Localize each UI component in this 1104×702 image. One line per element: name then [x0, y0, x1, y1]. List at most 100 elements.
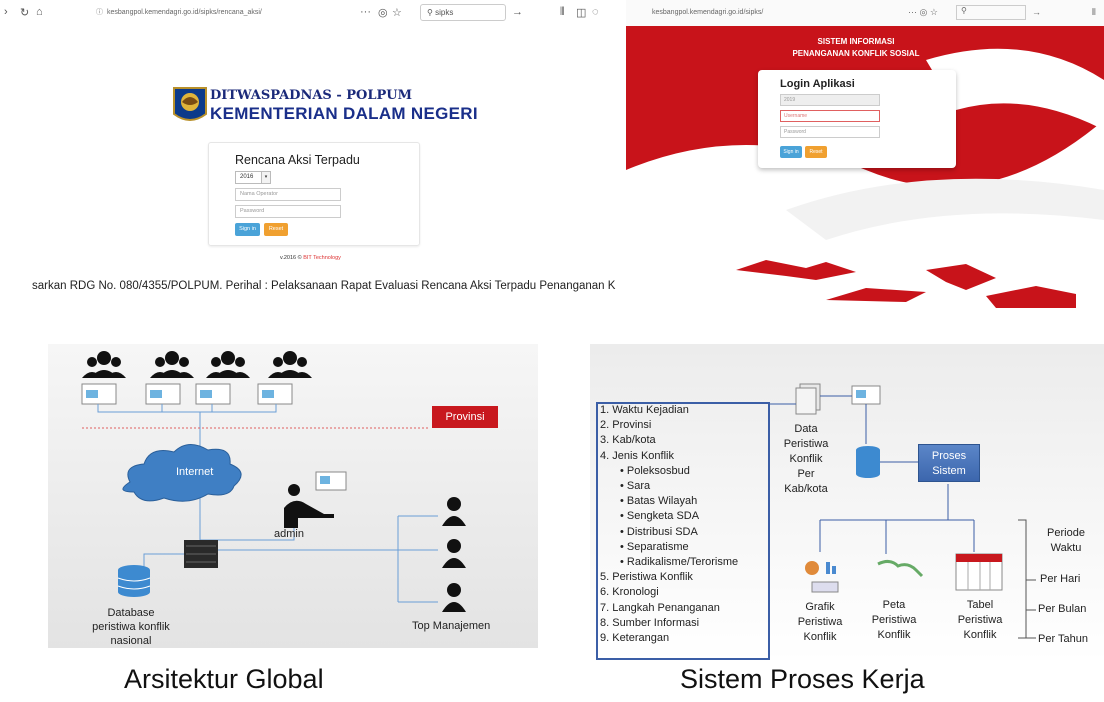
home-icon[interactable]: ⌂: [36, 6, 43, 18]
document-icon: [795, 383, 821, 415]
tabel-line3: Konflik: [963, 629, 997, 641]
peta-line1: Peta: [882, 599, 906, 611]
more-icon[interactable]: ··· ◎ ☆: [908, 7, 938, 18]
address-bar[interactable]: ⓘ kesbangpol.kemendagri.go.id/sipks/renca…: [96, 5, 344, 21]
library-icon[interactable]: ⫴: [1092, 7, 1096, 18]
list-item: 2. Provinsi: [600, 419, 652, 432]
grafik-line3: Konflik: [803, 631, 837, 643]
library-icon[interactable]: ⫴: [560, 6, 565, 19]
database-label-line3: nasional: [110, 635, 152, 647]
list-item: 6. Kronologi: [600, 586, 659, 599]
footer-brand-link[interactable]: BIT Technology: [303, 255, 341, 261]
periode-line2: Waktu: [1050, 542, 1082, 554]
list-item: • Batas Wilayah: [620, 495, 698, 508]
search-input[interactable]: ⚲: [956, 5, 1026, 20]
chevron-down-icon: ▾: [261, 172, 270, 183]
global-architecture-diagram: Provinsi Internet admin Database peristi…: [48, 344, 538, 648]
list-item: 8. Sumber Informasi: [600, 616, 700, 629]
garuda-emblem-logo: [173, 87, 207, 121]
list-item: 4. Jenis Konflik: [600, 449, 674, 462]
card-title: Rencana Aksi Terpadu: [235, 153, 360, 167]
password-input[interactable]: Password: [235, 205, 341, 218]
proses-line2: Sistem: [932, 465, 966, 477]
periode-line1: Periode: [1047, 527, 1085, 539]
list-item: • Sara: [620, 480, 651, 492]
grafik-label: Grafik Peristiwa Konflik: [790, 600, 850, 645]
more-icon[interactable]: ···: [360, 6, 371, 18]
proses-line1: Proses: [931, 450, 967, 462]
year-field[interactable]: 2019: [780, 94, 880, 106]
proses-sistem-box: Proses Sistem: [918, 444, 980, 482]
search-value: sipks: [435, 8, 454, 17]
username-input[interactable]: Username: [780, 110, 880, 122]
signin-button[interactable]: Sign in: [235, 223, 260, 236]
data-label-line5: Kab/kota: [784, 483, 828, 495]
card-title: Login Aplikasi: [780, 78, 855, 90]
list-item: 9. Keterangan: [600, 632, 670, 644]
system-header: SISTEM INFORMASI PENANGANAN KONFLIK SOSI…: [626, 36, 1086, 60]
database-label-line1: Database: [107, 607, 155, 619]
data-label-line2: Peristiwa: [783, 438, 829, 450]
top-management-label: Top Manajemen: [412, 620, 491, 632]
grafik-line1: Grafik: [805, 601, 835, 613]
list-item: • Poleksosbud: [620, 464, 690, 477]
login-card: Login Aplikasi 2019 Username Password Si…: [758, 70, 956, 168]
user-group-icon: [82, 351, 126, 378]
data-label-line1: Data: [794, 423, 818, 435]
reset-button[interactable]: Reset: [264, 223, 288, 236]
footer-prefix: v.2016 ©: [280, 255, 302, 261]
database-label-line2: peristiwa konflik: [92, 621, 170, 633]
peta-label: Peta Peristiwa Konflik: [864, 598, 924, 643]
peta-line3: Konflik: [877, 629, 911, 641]
year-value: 2016: [240, 174, 254, 180]
sipks-login-screenshot: kesbangpol.kemendagri.go.id/sipks/ ··· ◎…: [626, 0, 1104, 310]
tabel-line1: Tabel: [966, 599, 994, 611]
rencana-aksi-screenshot: › ↻ ⌂ ⓘ kesbangpol.kemendagri.go.id/sipks…: [0, 0, 615, 310]
org-title-line2: KEMENTERIAN DALAM NEGERI: [210, 104, 478, 123]
search-icon: ⚲: [427, 8, 436, 17]
caption-work-process: Sistem Proses Kerja: [680, 664, 925, 694]
tabel-label: Tabel Peristiwa Konflik: [948, 598, 1012, 643]
footer: v.2016 © BIT Technology: [280, 255, 341, 261]
login-card: Rencana Aksi Terpadu 2016 ▾ Nama Operator…: [208, 142, 420, 246]
tabel-line2: Peristiwa: [957, 614, 1003, 626]
list-item: • Separatisme: [620, 540, 689, 553]
list-item: 1. Waktu Kejadian: [600, 404, 689, 416]
reload-icon[interactable]: ↻: [20, 6, 29, 19]
browser-toolbar: kesbangpol.kemendagri.go.id/sipks/ ··· ◎…: [626, 0, 1104, 26]
list-item: 5. Peristiwa Konflik: [600, 571, 693, 584]
go-arrow-icon[interactable]: →: [512, 6, 523, 18]
password-input[interactable]: Password: [780, 126, 880, 138]
system-header-line2: PENANGANAN KONFLIK SOSIAL: [792, 49, 920, 58]
list-item: 3. Kab/kota: [600, 434, 656, 447]
signin-button[interactable]: Sign in: [780, 146, 802, 158]
reset-button[interactable]: Reset: [805, 146, 827, 158]
sidebar-icon[interactable]: ◫: [576, 6, 586, 19]
per-hari-label: Per Hari: [1040, 573, 1081, 585]
chat-icon[interactable]: ◌: [592, 6, 599, 18]
search-input[interactable]: ⚲ sipks: [420, 4, 506, 21]
per-tahun-label: Per Tahun: [1038, 633, 1088, 645]
user-group-icon: [150, 351, 194, 378]
list-item: • Distribusi SDA: [620, 525, 698, 538]
data-label: Data Peristiwa Konflik Per Kab/kota: [780, 422, 832, 497]
url-text[interactable]: kesbangpol.kemendagri.go.id/sipks/: [652, 9, 763, 16]
list-item: 7. Langkah Penanganan: [600, 601, 720, 614]
per-bulan-label: Per Bulan: [1038, 603, 1087, 615]
pocket-icon[interactable]: ◎: [378, 6, 388, 19]
forward-icon[interactable]: ›: [4, 6, 8, 18]
list-item: • Sengketa SDA: [620, 510, 700, 523]
work-process-diagram: Data Peristiwa Konflik Per Kab/kota Pros…: [590, 344, 1104, 662]
system-header-line1: SISTEM INFORMASI: [817, 37, 895, 46]
bookmark-star-icon[interactable]: ☆: [392, 6, 402, 19]
running-announcement: sarkan RDG No. 080/4355/POLPUM. Perihal …: [32, 280, 616, 292]
user-group-icon: [206, 351, 250, 378]
operator-name-input[interactable]: Nama Operator: [235, 188, 341, 201]
year-select[interactable]: 2016 ▾: [235, 171, 271, 184]
go-arrow-icon[interactable]: →: [1032, 7, 1041, 17]
user-group-icon: [268, 351, 312, 378]
database-label: Database peristiwa konflik nasional: [76, 606, 186, 648]
architecture-drawing: [81, 351, 466, 612]
data-label-line3: Konflik: [789, 453, 823, 465]
internet-label: Internet: [176, 466, 214, 478]
